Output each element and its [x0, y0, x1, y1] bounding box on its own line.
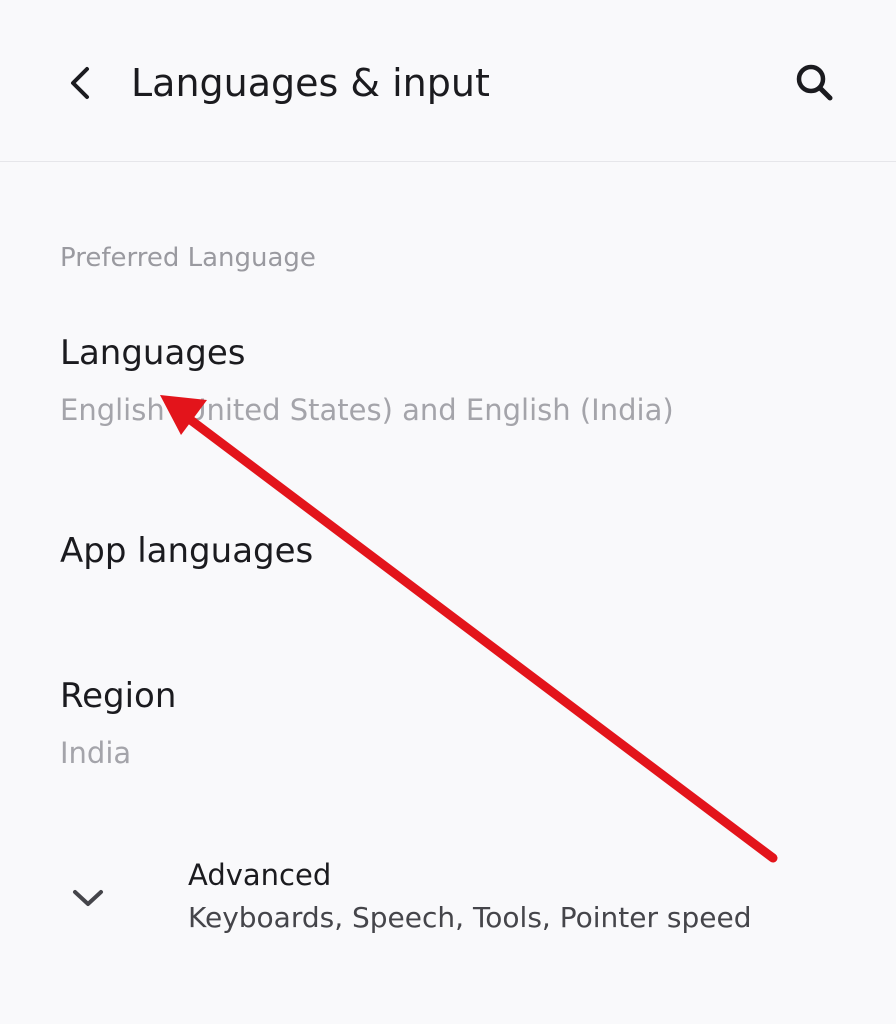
chevron-down-icon — [73, 890, 103, 906]
search-button[interactable] — [782, 50, 848, 116]
search-icon — [796, 64, 833, 101]
section-header-preferred-language: Preferred Language — [60, 243, 316, 273]
advanced-item[interactable]: Advanced Keyboards, Speech, Tools, Point… — [0, 840, 896, 960]
languages-summary: English (United States) and English (Ind… — [60, 393, 674, 427]
region-summary: India — [60, 736, 132, 770]
region-item[interactable]: Region India — [0, 650, 896, 800]
chevron-left-icon — [71, 67, 89, 99]
app-languages-item[interactable]: App languages — [0, 505, 896, 605]
languages-item[interactable]: Languages English (United States) and En… — [0, 305, 896, 465]
advanced-summary: Keyboards, Speech, Tools, Pointer speed — [188, 901, 752, 934]
languages-title: Languages — [60, 333, 246, 373]
page-title: Languages & input — [131, 61, 490, 105]
app-bar: Languages & input — [0, 0, 896, 162]
back-button[interactable] — [50, 52, 112, 114]
app-languages-title: App languages — [60, 531, 314, 571]
advanced-chevron — [66, 876, 110, 920]
advanced-title: Advanced — [188, 858, 332, 892]
region-title: Region — [60, 676, 177, 716]
